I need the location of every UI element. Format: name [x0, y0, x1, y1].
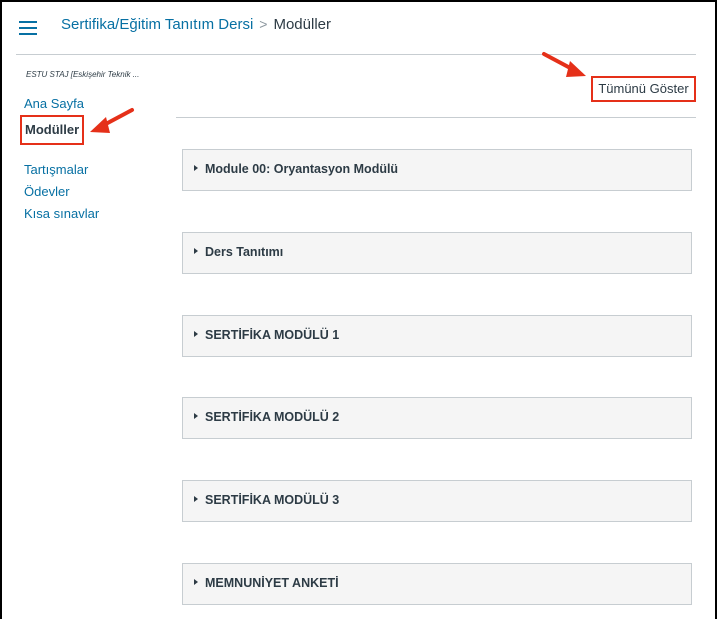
hamburger-menu-icon[interactable]	[16, 16, 40, 40]
module-title: Module 00: Oryantasyon Modülü	[205, 162, 399, 176]
collapse-caret-icon	[194, 496, 198, 502]
module-title: MEMNUNİYET ANKETİ	[205, 576, 339, 590]
page-header: Sertifika/Eğitim Tanıtım Dersi > Modüller	[2, 2, 713, 54]
show-all-button[interactable]: Tümünü Göster	[591, 76, 696, 102]
collapse-caret-icon	[194, 165, 198, 171]
sidebar-item-assignments[interactable]: Ödevler	[24, 181, 174, 203]
course-name: ESTU STAJ [Eskişehir Teknik ...	[26, 70, 140, 79]
module-header[interactable]: Module 00: Oryantasyon Modülü	[182, 149, 692, 191]
module-header[interactable]: SERTİFİKA MODÜLÜ 3	[182, 480, 692, 522]
breadcrumb-course-link[interactable]: Sertifika/Eğitim Tanıtım Dersi	[61, 16, 253, 33]
module-header[interactable]: SERTİFİKA MODÜLÜ 1	[182, 315, 692, 357]
header-divider	[16, 54, 696, 55]
module-header[interactable]: MEMNUNİYET ANKETİ	[182, 563, 692, 605]
breadcrumb: Sertifika/Eğitim Tanıtım Dersi > Modüller	[61, 16, 331, 33]
sidebar-item-modules[interactable]: Modüller	[20, 115, 85, 145]
sidebar-item-modules-wrap: Modüller	[20, 115, 174, 145]
module-title: SERTİFİKA MODÜLÜ 3	[205, 493, 340, 507]
sidebar-item-quizzes[interactable]: Kısa sınavlar	[24, 203, 174, 225]
breadcrumb-separator: >	[259, 16, 268, 32]
sidebar-item-home[interactable]: Ana Sayfa	[24, 93, 174, 115]
module-title: SERTİFİKA MODÜLÜ 2	[205, 410, 340, 424]
module-title: Ders Tanıtımı	[205, 245, 284, 259]
module-header[interactable]: Ders Tanıtımı	[182, 232, 692, 274]
collapse-caret-icon	[194, 248, 198, 254]
content-divider	[176, 117, 696, 118]
breadcrumb-current: Modüller	[273, 16, 331, 33]
module-title: SERTİFİKA MODÜLÜ 1	[205, 328, 340, 342]
module-header[interactable]: SERTİFİKA MODÜLÜ 2	[182, 397, 692, 439]
collapse-caret-icon	[194, 331, 198, 337]
sidebar-item-discussions[interactable]: Tartışmalar	[24, 159, 174, 181]
collapse-caret-icon	[194, 413, 198, 419]
collapse-caret-icon	[194, 579, 198, 585]
course-sidebar: ESTU STAJ [Eskişehir Teknik ... Ana Sayf…	[20, 70, 174, 225]
